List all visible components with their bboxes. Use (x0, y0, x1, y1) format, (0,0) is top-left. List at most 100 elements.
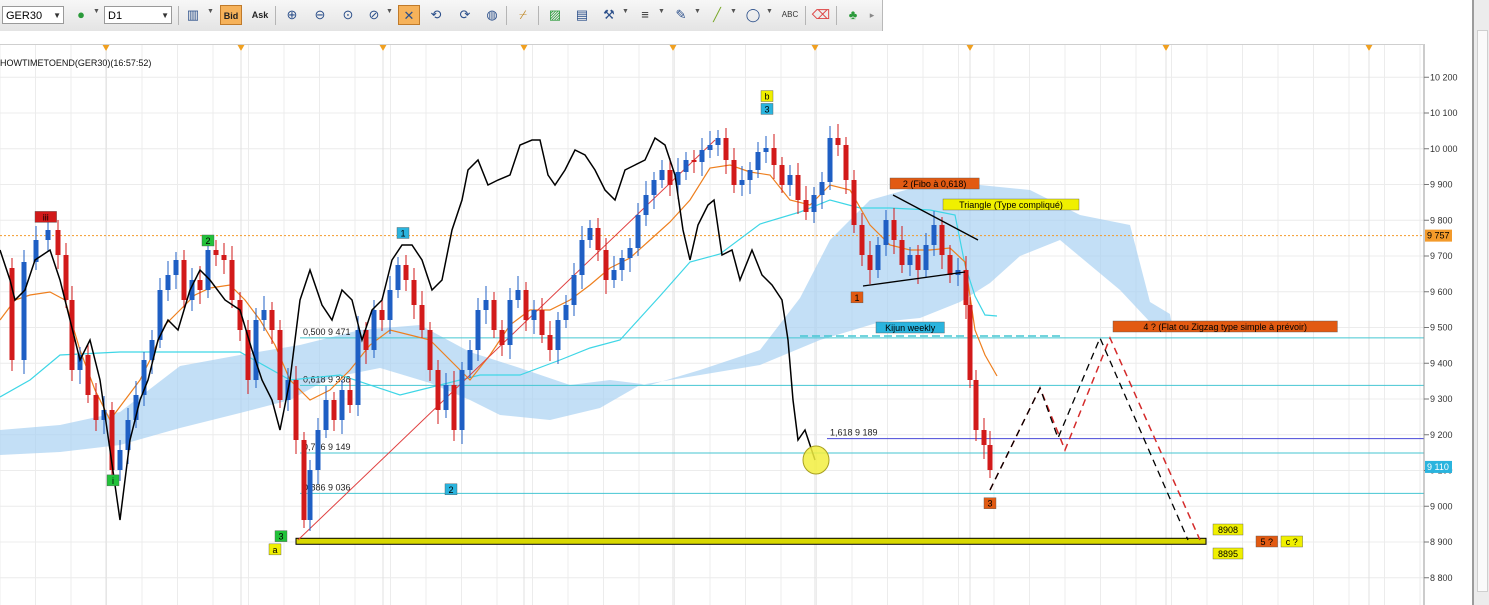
price-tick-label: 9 600 (1430, 287, 1453, 297)
support-band (295, 537, 1207, 545)
pen-icon[interactable]: ✎ (670, 5, 692, 25)
candle-bear (843, 145, 849, 180)
candle-bear (293, 380, 299, 440)
price-tick-label: 9 400 (1430, 358, 1453, 368)
ruler-icon[interactable]: ⌿ (512, 5, 534, 25)
candle-bull (165, 275, 171, 290)
tools-icon[interactable]: ⚒ (598, 5, 620, 25)
candle-bear (691, 160, 697, 162)
sync-icon[interactable]: ⟳ (454, 5, 476, 25)
candle-bear (499, 330, 505, 345)
vertical-scrollbar[interactable] (1477, 30, 1488, 592)
zoom-menu-icon[interactable]: ⊘ (363, 5, 385, 25)
candle-bear (221, 255, 227, 260)
candle-bull (651, 180, 657, 195)
candle-bear (269, 310, 275, 330)
symbol-select[interactable]: GER30 ▼ (2, 6, 64, 24)
text-icon[interactable]: ABC (779, 5, 801, 25)
chart-type-icon[interactable]: ▥ (182, 5, 204, 25)
timeframe-select[interactable]: D1 ▼ (104, 6, 172, 24)
globe-icon[interactable]: ● (70, 5, 92, 25)
zoom-fit-icon[interactable]: ⊙ (337, 5, 359, 25)
chevron-down-icon[interactable]: ▼ (386, 8, 393, 15)
chevron-down-icon[interactable]: ▼ (622, 8, 629, 15)
ask-button[interactable]: Ask (249, 5, 271, 25)
candle-bear (403, 265, 409, 280)
candle-bull (173, 260, 179, 275)
eraser-icon[interactable]: ⌫ (810, 5, 832, 25)
price-tick-label: 9 900 (1430, 180, 1453, 190)
candle-bear (731, 160, 737, 185)
price-tick-label: 9 800 (1430, 215, 1453, 225)
chevron-down-icon[interactable]: ▼ (766, 8, 773, 15)
chevron-down-icon[interactable]: ▼ (694, 8, 701, 15)
candle-bull (707, 145, 713, 150)
wave-marker: iii (43, 212, 49, 222)
toolbar-separator (836, 6, 837, 25)
candle-bear (427, 330, 433, 370)
candle-bear (331, 400, 337, 420)
candle-bull (579, 240, 585, 275)
candle-bear (851, 180, 857, 225)
bid-button[interactable]: Bid (220, 5, 242, 25)
refresh-icon[interactable]: ⟲ (425, 5, 447, 25)
wave-marker: 3 (987, 499, 992, 509)
candle-bear (723, 138, 729, 160)
image-icon[interactable]: ▨ (544, 5, 566, 25)
candle-bear (539, 310, 545, 335)
price-tick-label: 9 200 (1430, 430, 1453, 440)
candle-bear (213, 250, 219, 255)
candle-bull (619, 258, 625, 270)
toolbar-separator (178, 6, 179, 25)
time-axis (0, 31, 1424, 45)
toolbar-separator (275, 6, 276, 25)
candle-bear (491, 300, 497, 330)
candle-bear (419, 305, 425, 330)
template-icon[interactable]: ▤ (571, 5, 593, 25)
wave5-annotation: 5 ? (1261, 537, 1274, 547)
lines-icon[interactable]: ≡ (634, 5, 656, 25)
price-chart[interactable]: FevMarsAvrMaiJuinJuilAoûtSepOct0,500 9 4… (0, 0, 1472, 605)
price-tick-label: 9 500 (1430, 323, 1453, 333)
candle-bull (587, 228, 593, 240)
zoom-out-icon[interactable]: ⊖ (309, 5, 331, 25)
right-panel (1472, 0, 1489, 605)
timeframe-value: D1 (108, 10, 123, 22)
trendline-icon[interactable]: ╱ (706, 5, 728, 25)
toolbar-separator (538, 6, 539, 25)
network-icon[interactable]: ♣ (842, 5, 864, 25)
candle-bull (635, 215, 641, 248)
kijun-annotation: Kijun weekly (885, 323, 936, 333)
candle-bear (547, 335, 553, 350)
wave-c-annotation: c ? (1286, 537, 1298, 547)
candle-bull (475, 310, 481, 350)
chevron-down-icon[interactable]: ▼ (730, 8, 737, 15)
ellipse-icon[interactable]: ◯ (742, 5, 764, 25)
candle-bull (323, 400, 329, 430)
crosshair-icon[interactable]: ✕ (398, 5, 420, 25)
overflow-icon[interactable]: ▸ (865, 5, 879, 25)
candle-bull (739, 180, 745, 185)
candle-bull (811, 195, 817, 212)
candle-bear (835, 138, 841, 145)
wave-marker: b (764, 92, 769, 102)
wave-marker: 1 (854, 293, 859, 303)
chevron-down-icon[interactable]: ▼ (207, 8, 214, 15)
chevron-down-icon[interactable]: ▼ (93, 8, 100, 15)
zoom-in-icon[interactable]: ⊕ (281, 5, 303, 25)
candle-bear (981, 430, 987, 445)
candle-bear (947, 255, 953, 275)
price-tick-label: 8 800 (1430, 573, 1453, 583)
candle-bull (907, 255, 913, 265)
web-icon[interactable]: ◍ (481, 5, 503, 25)
candle-bull (45, 230, 51, 240)
price-tick-label: 8 900 (1430, 537, 1453, 547)
fibo-label: 0,786 9 149 (303, 442, 351, 452)
candle-bear (197, 280, 203, 290)
toolbar-separator (805, 6, 806, 25)
candle-bear (915, 255, 921, 270)
candle-bull (923, 245, 929, 270)
wave-marker: 3 (278, 532, 283, 542)
chevron-down-icon: ▼ (161, 11, 169, 20)
chevron-down-icon[interactable]: ▼ (658, 8, 665, 15)
